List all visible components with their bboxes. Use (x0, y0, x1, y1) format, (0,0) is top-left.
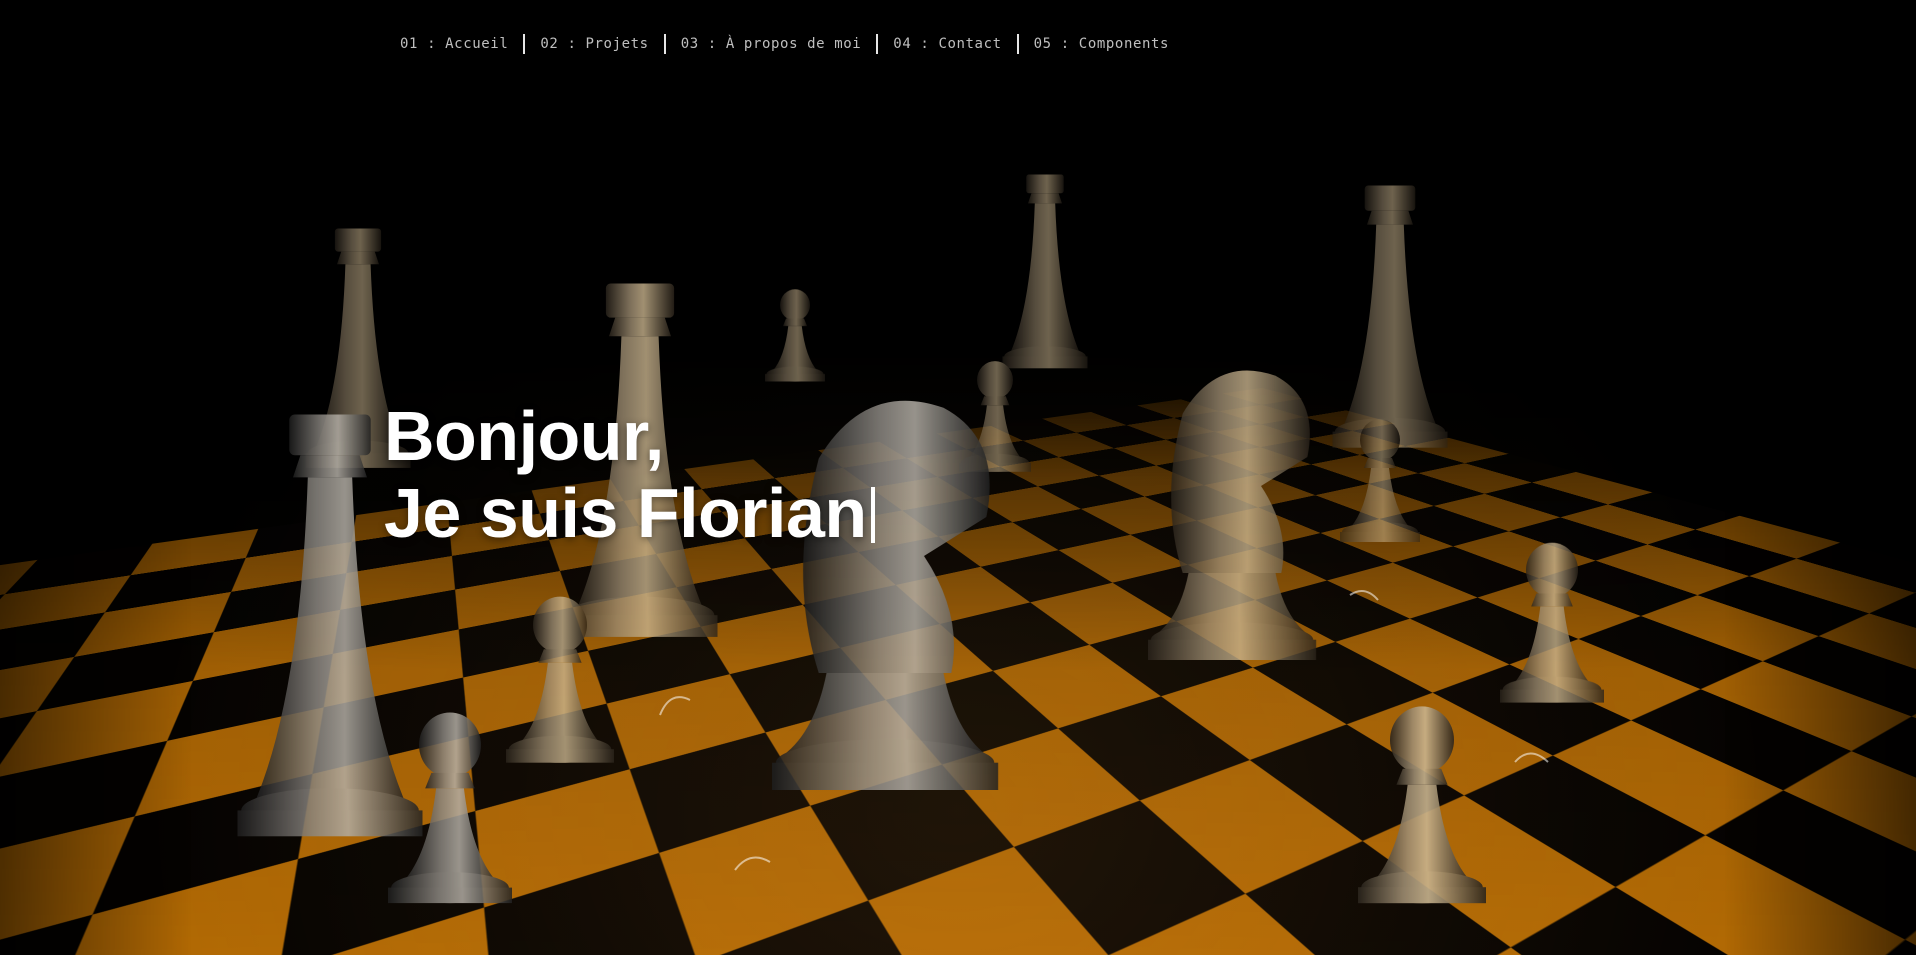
hero-greeting-text: Bonjour, (384, 397, 664, 475)
hero-name-line: Je suis Florian (384, 475, 875, 552)
hero-heading: Bonjour, Je suis Florian (384, 398, 875, 552)
typing-caret (870, 487, 875, 543)
background-vignette (0, 0, 1916, 955)
nav-link-projets[interactable]: 02 : Projets (525, 33, 663, 55)
main-navigation: 01 : Accueil 02 : Projets 03 : À propos … (400, 32, 1184, 56)
nav-link-contact[interactable]: 04 : Contact (878, 33, 1016, 55)
page: 01 : Accueil 02 : Projets 03 : À propos … (0, 0, 1916, 955)
hero-background-image (0, 0, 1916, 955)
nav-link-accueil[interactable]: 01 : Accueil (400, 33, 523, 55)
nav-link-a-propos[interactable]: 03 : À propos de moi (666, 33, 877, 55)
hero-name-text: Je suis Florian (384, 474, 867, 552)
hero-greeting: Bonjour, (384, 398, 875, 475)
nav-link-components[interactable]: 05 : Components (1019, 33, 1184, 55)
